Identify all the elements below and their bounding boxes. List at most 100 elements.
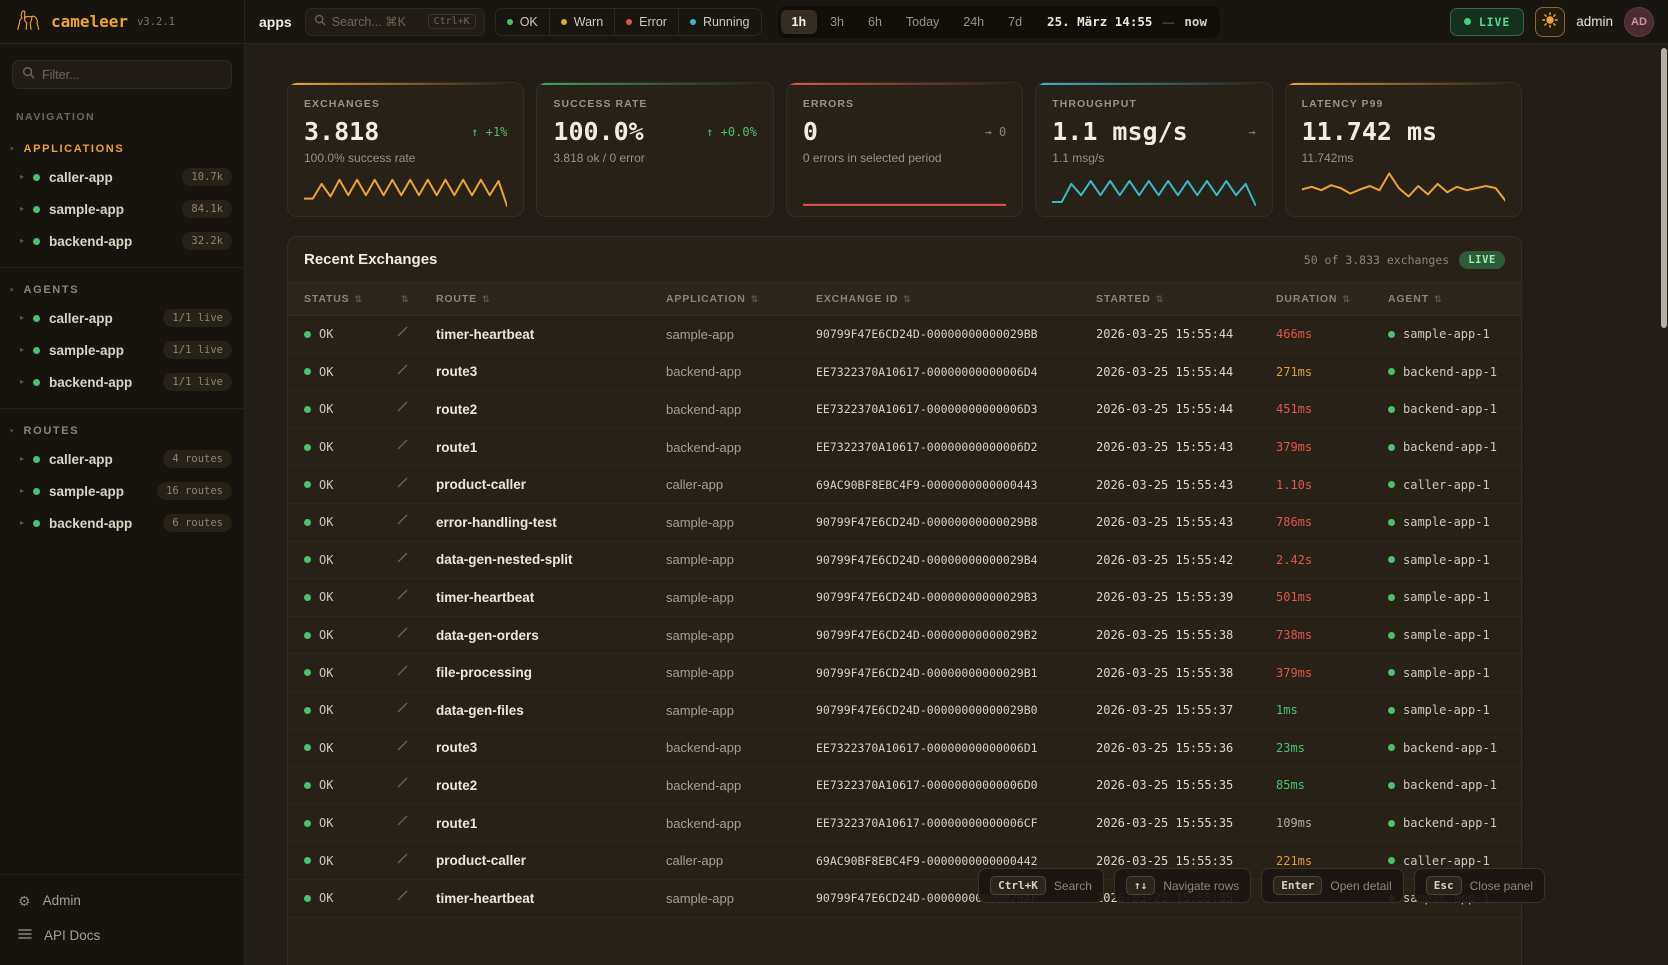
time-range-24h[interactable]: 24h — [952, 10, 995, 34]
table-row[interactable]: OKfile-processingsample-app90799F47E6CD2… — [288, 654, 1521, 692]
sidebar-item-api-docs[interactable]: API Docs — [0, 918, 244, 953]
agent-cell: caller-app-1 — [1388, 478, 1505, 492]
column-header-exchange-id[interactable]: EXCHANGE ID⇅ — [816, 293, 1096, 305]
stat-value: 100.0% — [553, 117, 643, 146]
sparkline-chart — [1052, 165, 1255, 207]
chevron-down-icon: ▾ — [10, 287, 14, 294]
table-row[interactable]: OKproduct-callercaller-app69AC90BF8EBC4F… — [288, 466, 1521, 504]
stat-delta: → — [1248, 125, 1255, 139]
stat-card-success-rate: SUCCESS RATE100.0%↑ +0.0%3.818 ok / 0 er… — [536, 82, 773, 217]
filter-warn[interactable]: Warn — [549, 9, 614, 35]
exchange-id-cell: 90799F47E6CD24D-00000000000029B3 — [816, 590, 1096, 604]
sidebar-item-label: backend-app — [49, 234, 132, 249]
app-title: cameleer — [51, 12, 128, 31]
sidebar-item-backend-app[interactable]: ▸backend-app6 routes — [0, 507, 244, 539]
column-header-application[interactable]: APPLICATION⇅ — [666, 293, 816, 305]
hint-navigate-rows: ↑↓Navigate rows — [1114, 868, 1251, 903]
table-row[interactable]: OKroute2backend-appEE7322370A10617-00000… — [288, 767, 1521, 805]
column-header-started[interactable]: STARTED⇅ — [1096, 293, 1276, 305]
sidebar-item-admin[interactable]: ⚙ Admin — [0, 883, 244, 918]
sidebar-item-sample-app[interactable]: ▸sample-app84.1k — [0, 193, 244, 225]
topbar: apps Ctrl+K OKWarnErrorRunning 1h3h6hTod… — [245, 0, 1668, 44]
duration-cell: 2.42s — [1276, 553, 1388, 567]
agent-dot-icon — [1388, 820, 1395, 827]
theme-toggle-button[interactable] — [1535, 7, 1565, 37]
status-cell: OK — [304, 891, 396, 905]
scrollbar-thumb[interactable] — [1661, 48, 1667, 328]
agent-cell: sample-app-1 — [1388, 703, 1505, 717]
sidebar-item-caller-app[interactable]: ▸caller-app4 routes — [0, 443, 244, 475]
column-header-route[interactable]: ROUTE⇅ — [436, 293, 666, 305]
stat-label: ERRORS — [803, 98, 1006, 110]
status-text: OK — [319, 703, 333, 717]
application-cell: sample-app — [666, 590, 816, 605]
application-cell: sample-app — [666, 327, 816, 342]
gear-icon: ⚙ — [18, 894, 31, 908]
duration-cell: 1.10s — [1276, 478, 1388, 492]
time-range-3h[interactable]: 3h — [819, 10, 855, 34]
stat-label: THROUGHPUT — [1052, 98, 1255, 110]
table-row[interactable]: OKerror-handling-testsample-app90799F47E… — [288, 504, 1521, 542]
time-range-1h[interactable]: 1h — [781, 10, 818, 34]
time-range-6h[interactable]: 6h — [857, 10, 893, 34]
status-cell: OK — [304, 440, 396, 454]
logo-area[interactable]: cameleer v3.2.1 — [0, 0, 244, 44]
hint-close-panel: EscClose panel — [1414, 868, 1545, 903]
started-cell: 2026-03-25 15:55:43 — [1096, 478, 1276, 492]
sidebar-filter[interactable] — [12, 60, 232, 89]
search-input[interactable] — [332, 15, 422, 29]
nav-section-applications: ▾APPLICATIONS▸caller-app10.7k▸sample-app… — [0, 127, 244, 263]
column-header-agent[interactable]: AGENT⇅ — [1388, 293, 1505, 305]
agent-dot-icon — [1388, 368, 1395, 375]
section-header-routes[interactable]: ▾ROUTES — [0, 417, 244, 443]
started-cell: 2026-03-25 15:55:43 — [1096, 515, 1276, 529]
stat-value: 11.742 ms — [1302, 117, 1437, 146]
route-cell: route1 — [436, 816, 666, 831]
started-cell: 2026-03-25 15:55:44 — [1096, 402, 1276, 416]
duration-cell: 379ms — [1276, 666, 1388, 680]
stat-card-throughput: THROUGHPUT1.1 msg/s→1.1 msg/s — [1035, 82, 1272, 217]
navigation-label: NAVIGATION — [0, 95, 244, 127]
agent-text: backend-app-1 — [1403, 402, 1497, 416]
live-badge: LIVE — [1459, 251, 1505, 269]
route-cell: data-gen-orders — [436, 628, 666, 643]
avatar[interactable]: AD — [1624, 7, 1654, 37]
filter-ok[interactable]: OK — [496, 9, 549, 35]
filter-running[interactable]: Running — [678, 9, 761, 35]
table-row[interactable]: OKroute1backend-appEE7322370A10617-00000… — [288, 805, 1521, 843]
section-header-agents[interactable]: ▾AGENTS — [0, 276, 244, 302]
status-text: OK — [319, 553, 333, 567]
table-row[interactable]: OKdata-gen-filessample-app90799F47E6CD24… — [288, 692, 1521, 730]
sidebar-item-backend-app[interactable]: ▸backend-app32.2k — [0, 225, 244, 257]
trend-slash-icon — [396, 400, 436, 418]
table-row[interactable]: OKroute3backend-appEE7322370A10617-00000… — [288, 354, 1521, 392]
column-header-duration[interactable]: DURATION⇅ — [1276, 293, 1388, 305]
time-range-today[interactable]: Today — [895, 10, 950, 34]
filter-error[interactable]: Error — [614, 9, 678, 35]
table-row[interactable]: OKroute1backend-appEE7322370A10617-00000… — [288, 429, 1521, 467]
section-header-applications[interactable]: ▾APPLICATIONS — [0, 135, 244, 161]
global-search[interactable]: Ctrl+K — [305, 8, 485, 36]
filter-input[interactable] — [42, 68, 222, 82]
sidebar-item-caller-app[interactable]: ▸caller-app1/1 live — [0, 302, 244, 334]
column-header-status[interactable]: STATUS⇅ — [304, 293, 396, 305]
table-row[interactable]: OKroute2backend-appEE7322370A10617-00000… — [288, 391, 1521, 429]
sidebar-item-caller-app[interactable]: ▸caller-app10.7k — [0, 161, 244, 193]
column-header-route-link[interactable]: ⇅ — [396, 294, 436, 305]
table-row[interactable]: OKroute3backend-appEE7322370A10617-00000… — [288, 730, 1521, 768]
live-toggle-button[interactable]: LIVE — [1450, 8, 1524, 36]
table-row[interactable]: OKdata-gen-orderssample-app90799F47E6CD2… — [288, 617, 1521, 655]
application-cell: backend-app — [666, 740, 816, 755]
sidebar-item-backend-app[interactable]: ▸backend-app1/1 live — [0, 366, 244, 398]
table-row[interactable]: OKtimer-heartbeatsample-app90799F47E6CD2… — [288, 579, 1521, 617]
sidebar-item-sample-app[interactable]: ▸sample-app16 routes — [0, 475, 244, 507]
agent-text: backend-app-1 — [1403, 365, 1497, 379]
stat-subtext: 3.818 ok / 0 error — [553, 151, 756, 165]
table-row[interactable]: OKdata-gen-nested-splitsample-app90799F4… — [288, 542, 1521, 580]
agent-cell: backend-app-1 — [1388, 402, 1505, 416]
sidebar-item-sample-app[interactable]: ▸sample-app1/1 live — [0, 334, 244, 366]
trend-slash-icon — [396, 588, 436, 606]
table-row[interactable]: OKtimer-heartbeatsample-app90799F47E6CD2… — [288, 316, 1521, 354]
sidebar-item-badge: 10.7k — [182, 168, 232, 186]
time-range-7d[interactable]: 7d — [997, 10, 1033, 34]
